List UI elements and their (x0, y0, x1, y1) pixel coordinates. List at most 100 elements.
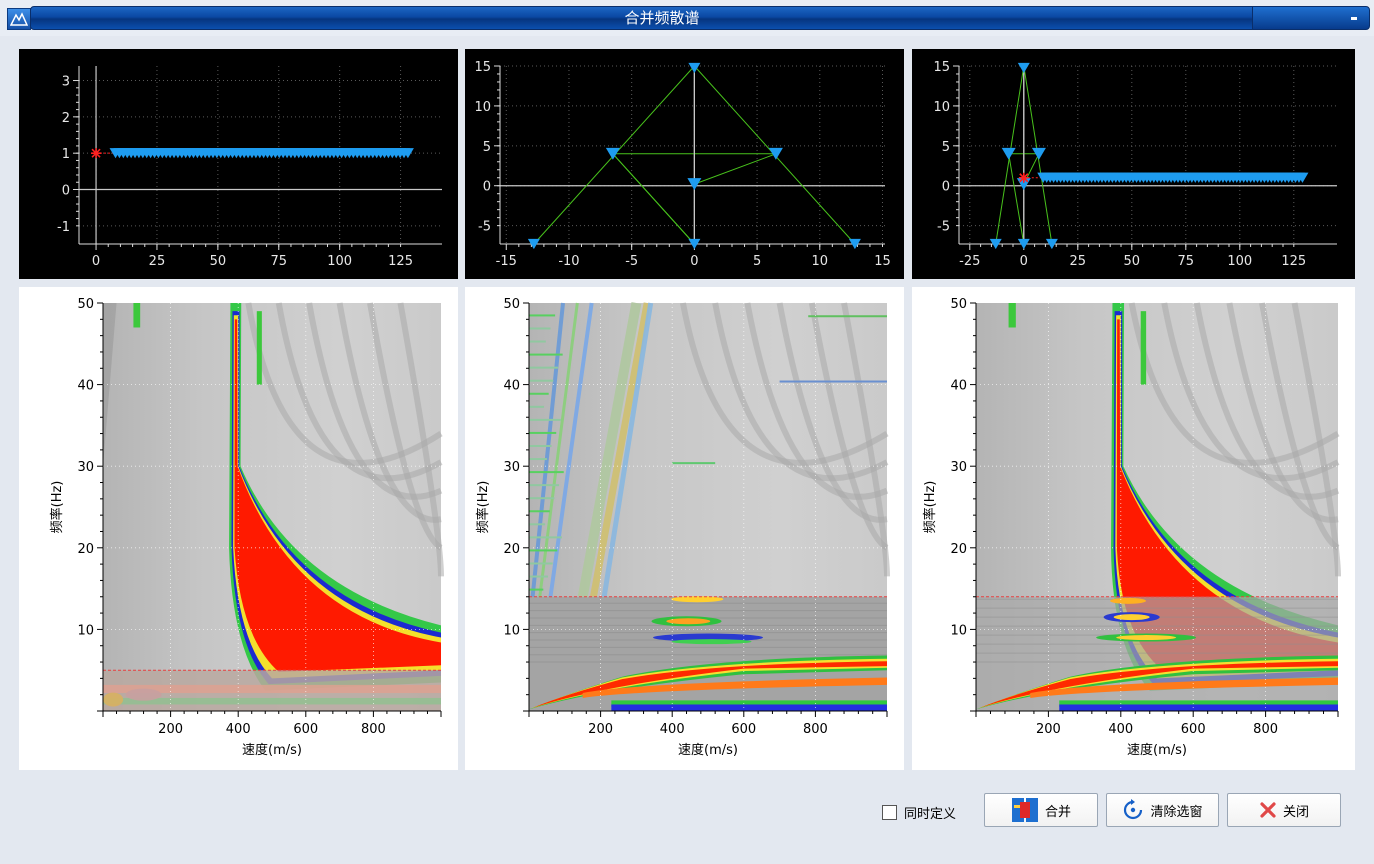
low-band-blue (1059, 704, 1338, 711)
noise-stripe (529, 497, 555, 500)
merge-icon (1011, 798, 1038, 822)
noise-stripe (529, 392, 549, 395)
clear-selection-button[interactable]: 清除选窗 (1106, 793, 1219, 827)
y-tick-label: 50 (503, 297, 520, 312)
spectrum-plot-3-svg: 200 400 600 800 50 40 30 20 10 速度(m/s) 频率(Hz) (922, 297, 1341, 758)
y-axis-label: 频率(Hz) (49, 481, 65, 534)
y-tick-label: 40 (503, 379, 520, 394)
spectrum-spot (1008, 303, 1016, 328)
x-axis-label: 速度(m/s) (242, 742, 302, 758)
y-tick-label: 1 (62, 147, 70, 162)
noise-stripe (529, 340, 546, 343)
x-tick-label: 800 (361, 722, 386, 737)
app-icon (7, 8, 31, 30)
spectrum-stripe (808, 315, 887, 318)
source-marker[interactable] (91, 148, 102, 159)
x-tick-label: 400 (226, 722, 251, 737)
sync-define-checkbox[interactable] (882, 804, 897, 820)
spectrum-panel-2[interactable]: 200 400 600 800 50 40 30 20 10 速度(m/s) 频率(Hz) (465, 287, 904, 770)
noise-stripe (529, 353, 563, 356)
noise-stripe (529, 314, 556, 317)
x-tick-label: -15 (496, 254, 517, 269)
x-tick-label: 50 (1124, 254, 1141, 269)
ray-path (1008, 153, 1025, 245)
low-band-blue (611, 704, 887, 711)
geometry-plot-2-svg: -15 -10 -5 0 5 10 15 15 10 5 0 -5 (474, 60, 891, 269)
y-axis-label: 频率(Hz) (475, 481, 491, 534)
y-tick-label: 20 (77, 542, 94, 557)
x-tick-label: -5 (625, 254, 638, 269)
y-tick-label: -5 (478, 220, 491, 235)
x-tick-label: 800 (1253, 722, 1278, 737)
x-tick-label: 75 (1178, 254, 1195, 269)
noise-stripe (529, 379, 554, 382)
y-tick-label: 50 (77, 297, 94, 312)
x-axis-label: 速度(m/s) (1127, 742, 1187, 758)
receiver-marker[interactable] (688, 62, 701, 74)
window-title: 合并频散谱 (624, 9, 700, 27)
y-tick-label: 10 (503, 623, 520, 638)
noise-stripe (529, 575, 548, 578)
y-tick-label: 50 (950, 297, 967, 312)
merge-button-label: 合并 (1044, 804, 1071, 820)
x-tick-label: 25 (149, 254, 166, 269)
receiver-marker[interactable] (687, 178, 702, 191)
peak-cluster (1116, 635, 1177, 641)
spectrum-panel-3[interactable]: 200 400 600 800 50 40 30 20 10 速度(m/s) 频率(Hz) (912, 287, 1355, 770)
x-tick-label: 25 (1070, 254, 1087, 269)
y-tick-label: -5 (937, 220, 950, 235)
x-tick-label: 125 (1281, 254, 1306, 269)
peak-cluster (666, 618, 711, 625)
noise-stripe (529, 444, 552, 447)
x-tick-label: 800 (803, 722, 828, 737)
geometry-plot-1-svg: 0 25 50 75 100 125 3 2 1 0 -1 (57, 66, 442, 269)
noise-stripe (529, 510, 550, 513)
receiver-marker[interactable] (1017, 62, 1030, 74)
x-tick-label: 200 (588, 722, 613, 737)
ray-path (612, 153, 695, 245)
spectrum-spot (133, 303, 141, 328)
noise-stripe (529, 366, 558, 369)
window-controls[interactable] (1252, 6, 1370, 30)
y-tick-label: 10 (474, 100, 491, 115)
noise-stripe (529, 562, 553, 565)
x-tick-label: 600 (1181, 722, 1206, 737)
peak-cluster (1113, 614, 1150, 621)
y-axis-label: 频率(Hz) (922, 481, 938, 534)
clear-selection-label: 清除选窗 (1150, 804, 1203, 820)
source-marker[interactable] (1018, 172, 1029, 183)
sync-define-checkbox-wrap[interactable]: 同时定义 (882, 803, 957, 822)
x-tick-label: 15 (874, 254, 891, 269)
y-tick-label: 10 (933, 100, 950, 115)
y-tick-label: 0 (942, 180, 950, 195)
x-tick-label: 125 (388, 254, 413, 269)
noise-stripe (529, 418, 561, 421)
minimize-icon[interactable] (1351, 17, 1357, 20)
noise-stripe (529, 458, 547, 461)
close-button[interactable]: 关闭 (1227, 793, 1341, 827)
x-tick-label: 0 (690, 254, 698, 269)
noise-stripe (529, 405, 545, 408)
x-tick-label: 600 (293, 722, 318, 737)
close-button-label: 关闭 (1282, 804, 1309, 820)
geometry-plot-1[interactable]: 0 25 50 75 100 125 3 2 1 0 -1 (19, 49, 458, 279)
y-tick-label: 30 (950, 460, 967, 475)
x-tick-label: 600 (731, 722, 756, 737)
x-tick-label: 200 (1036, 722, 1061, 737)
y-tick-label: 2 (62, 111, 70, 126)
y-tick-label: 3 (62, 75, 70, 90)
y-tick-label: 40 (950, 379, 967, 394)
noise-stripe (529, 588, 544, 591)
geometry-plot-2[interactable]: -15 -10 -5 0 5 10 15 15 10 5 0 -5 (465, 49, 904, 279)
geometry-plot-3[interactable]: -25 0 25 50 75 100 125 15 10 5 0 -5 (912, 49, 1355, 279)
x-tick-label: 400 (660, 722, 685, 737)
peak-cluster (671, 639, 752, 645)
x-tick-label: -10 (558, 254, 579, 269)
y-tick-label: 5 (483, 140, 491, 155)
merge-button[interactable]: 合并 (984, 793, 1098, 827)
spectrum-spot (1140, 311, 1147, 385)
x-tick-label: 75 (270, 254, 287, 269)
sync-define-label: 同时定义 (904, 806, 957, 822)
spectrum-panel-1[interactable]: 200 400 600 800 50 40 30 20 10 速度(m/s) 频率(Hz) (19, 287, 458, 770)
y-tick-label: 10 (77, 623, 94, 638)
